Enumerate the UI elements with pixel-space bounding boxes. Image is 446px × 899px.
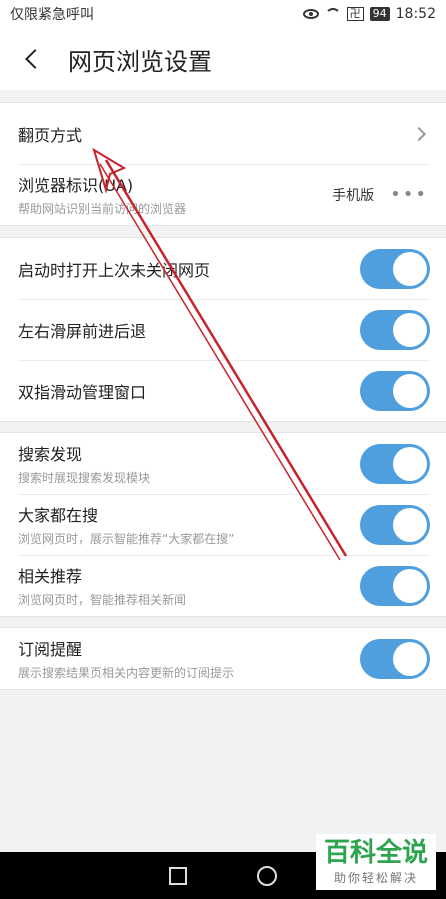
- setting-label: 相关推荐: [18, 567, 83, 586]
- wifi-icon: [324, 8, 341, 20]
- toggle-knob: [393, 568, 427, 603]
- setting-label: 浏览器标识(UA): [18, 176, 134, 195]
- related-recommendations-toggle[interactable]: [360, 565, 430, 606]
- toggle-knob: [393, 641, 427, 676]
- swipe-navigation-toggle[interactable]: [360, 309, 430, 350]
- chevron-left-icon: [25, 49, 45, 69]
- page-title: 网页浏览设置: [68, 47, 212, 76]
- setting-description: 搜索时展现搜索发现模块: [18, 471, 151, 485]
- battery-icon: 94: [369, 7, 390, 21]
- setting-description: 浏览网页时，展示智能推荐“大家都在搜”: [18, 532, 235, 546]
- carrier-status: 仅限紧急呼叫: [10, 7, 94, 23]
- status-icons: 卍 94 18:52: [302, 6, 436, 22]
- back-button[interactable]: [0, 28, 64, 90]
- watermark-logo: 百科全说 助你轻松解决: [316, 834, 436, 890]
- subscription-reminder-toggle[interactable]: [360, 638, 430, 679]
- setting-label: 大家都在搜: [18, 506, 99, 525]
- more-icon[interactable]: •••: [390, 184, 428, 205]
- setting-description: 帮助网站识别当前访问的浏览器: [18, 202, 187, 216]
- chevron-right-icon: [411, 126, 427, 141]
- setting-user-agent[interactable]: 浏览器标识(UA) 帮助网站识别当前访问的浏览器 手机版 •••: [0, 164, 446, 225]
- setting-swipe-navigation[interactable]: 左右滑屏前进后退: [0, 299, 446, 360]
- setting-page-turn-mode[interactable]: 翻页方式: [0, 103, 446, 164]
- toggle-knob: [393, 373, 427, 408]
- setting-two-finger-windows[interactable]: 双指滑动管理窗口: [0, 360, 446, 421]
- signal-icon: 卍: [346, 7, 364, 21]
- setting-label: 左右滑屏前进后退: [18, 321, 147, 341]
- settings-group-discovery: 搜索发现 搜索时展现搜索发现模块 大家都在搜 浏览网页时，展示智能推荐“大家都在…: [0, 432, 446, 617]
- status-bar: 仅限紧急呼叫 卍 94 18:52: [0, 0, 446, 28]
- setting-label: 订阅提醒: [18, 640, 83, 659]
- toggle-knob: [393, 446, 427, 481]
- search-discovery-toggle[interactable]: [360, 443, 430, 484]
- setting-label: 双指滑动管理窗口: [18, 382, 147, 402]
- setting-related-recommendations[interactable]: 相关推荐 浏览网页时，智能推荐相关新闻: [0, 555, 446, 616]
- watermark-subtitle: 助你轻松解决: [333, 870, 418, 885]
- toggle-knob: [393, 251, 427, 286]
- watermark-title: 百科全说: [323, 837, 428, 868]
- setting-label: 翻页方式: [18, 125, 83, 145]
- settings-group-subscription: 订阅提醒 展示搜索结果页相关内容更新的订阅提示: [0, 627, 446, 690]
- setting-trending-searches[interactable]: 大家都在搜 浏览网页时，展示智能推荐“大家都在搜”: [0, 494, 446, 555]
- clock: 18:52: [395, 6, 436, 22]
- settings-group-gestures: 启动时打开上次未关闭网页 左右滑屏前进后退 双指滑动管理窗口: [0, 237, 446, 422]
- settings-group-page: 翻页方式 浏览器标识(UA) 帮助网站识别当前访问的浏览器 手机版 •••: [0, 102, 446, 226]
- recents-button[interactable]: [169, 866, 187, 885]
- two-finger-windows-toggle[interactable]: [360, 370, 430, 411]
- setting-description: 浏览网页时，智能推荐相关新闻: [18, 593, 187, 607]
- toggle-knob: [393, 312, 427, 347]
- eye-comfort-icon: [302, 9, 319, 19]
- setting-label: 启动时打开上次未关闭网页: [18, 260, 211, 280]
- setting-search-discovery[interactable]: 搜索发现 搜索时展现搜索发现模块: [0, 433, 446, 494]
- setting-restore-tabs[interactable]: 启动时打开上次未关闭网页: [0, 238, 446, 299]
- home-button[interactable]: [257, 865, 277, 886]
- setting-label: 搜索发现: [18, 445, 83, 464]
- setting-subscription-reminder[interactable]: 订阅提醒 展示搜索结果页相关内容更新的订阅提示: [0, 628, 446, 689]
- user-agent-value: 手机版: [332, 187, 375, 204]
- trending-searches-toggle[interactable]: [360, 504, 430, 545]
- setting-description: 展示搜索结果页相关内容更新的订阅提示: [18, 666, 235, 680]
- toggle-knob: [393, 507, 427, 542]
- app-header: 网页浏览设置: [0, 28, 446, 90]
- restore-tabs-toggle[interactable]: [360, 248, 430, 289]
